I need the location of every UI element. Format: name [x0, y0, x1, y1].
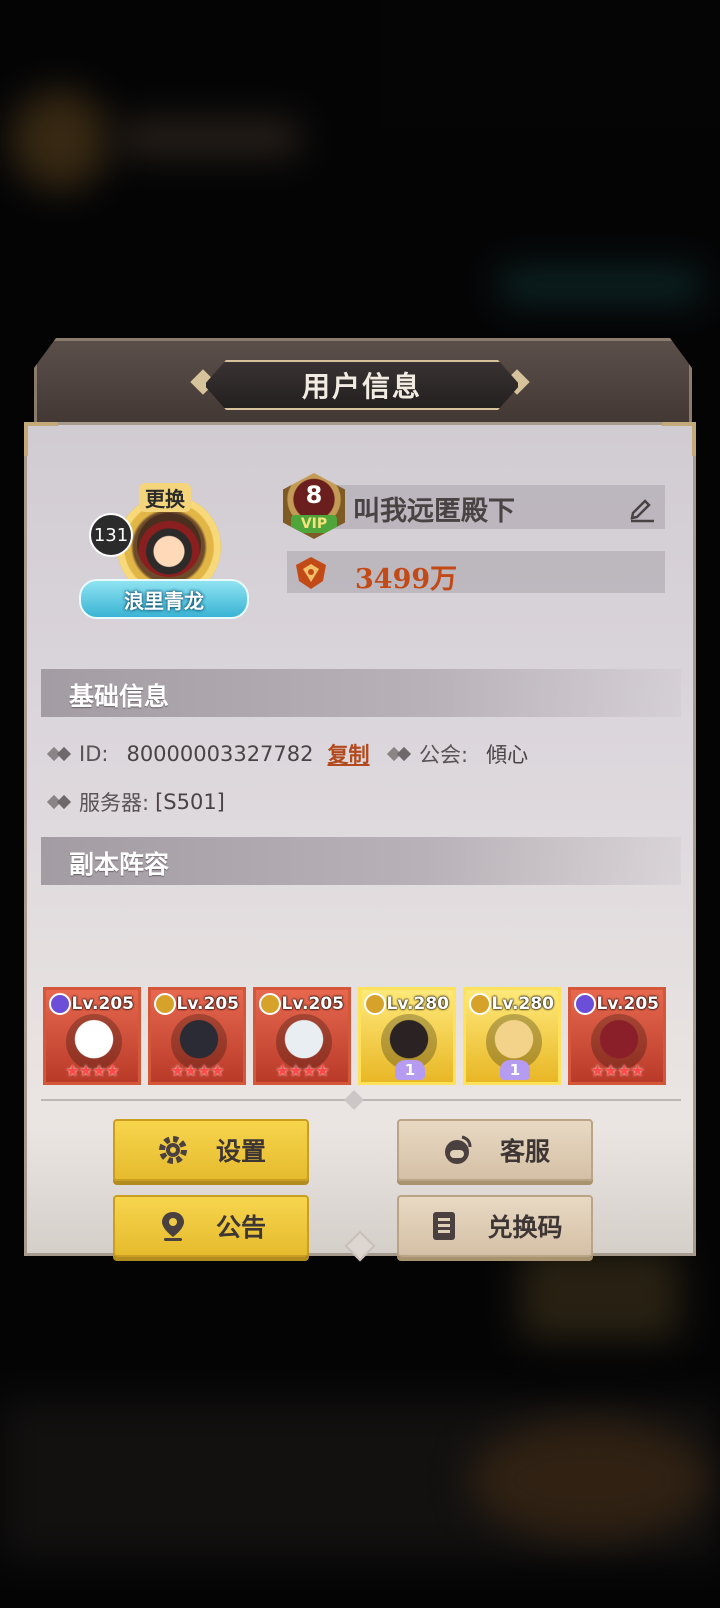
hero-class-icon	[574, 993, 596, 1015]
hero-stars: ★★★★	[65, 1061, 119, 1080]
notice-label: 公告	[215, 1213, 266, 1242]
customer-service-label: 客服	[499, 1137, 550, 1166]
player-title-banner: 浪里青龙	[79, 579, 249, 619]
dialog-title: 用户信息	[301, 370, 422, 403]
notice-button[interactable]: 公告	[113, 1195, 309, 1257]
vip-level: 8	[305, 481, 323, 509]
headset-icon	[444, 1135, 472, 1164]
player-level-badge: 131	[89, 513, 133, 557]
hero-class-icon	[469, 993, 491, 1015]
settings-label: 设置	[215, 1137, 266, 1166]
basic-info-header: 基础信息	[41, 669, 681, 717]
vip-label: VIP	[291, 515, 337, 533]
id-value: 80000003327782	[126, 742, 314, 766]
guild-value: 傾心	[486, 743, 529, 767]
divider-ornament	[344, 1090, 364, 1110]
lineup-title: 副本阵容	[69, 850, 170, 879]
bullet-icon	[49, 791, 71, 813]
hero-class-icon	[259, 993, 281, 1015]
hero-class-icon	[49, 993, 71, 1015]
hero-class-icon	[154, 993, 176, 1015]
basic-info-title: 基础信息	[69, 682, 170, 711]
hero-card[interactable]: Lv.205 ★★★★	[253, 987, 351, 1085]
dialog-panel: 更换 131 浪里青龙 8 VIP 叫我远匿殿下 3499万 基础信息 ID: …	[24, 422, 696, 1262]
guild-row: 公会: 傾心	[389, 739, 528, 769]
hero-level: Lv.205	[176, 994, 239, 1014]
hero-card[interactable]: Lv.205 ★★★★	[148, 987, 246, 1085]
hero-card[interactable]: Lv.280 1	[358, 987, 456, 1085]
bullet-icon	[49, 743, 71, 765]
avatar	[137, 513, 201, 577]
hero-stars: ★★★★	[590, 1061, 644, 1080]
hero-level: Lv.205	[596, 994, 659, 1014]
hero-awaken-badge: 1	[500, 1060, 530, 1080]
id-row: ID: 80000003327782 复制	[49, 739, 370, 769]
redeem-code-label: 兑换码	[487, 1213, 563, 1242]
change-avatar-label[interactable]: 更换	[139, 483, 191, 512]
server-label: 服务器:	[79, 791, 150, 815]
codebook-icon	[433, 1212, 456, 1240]
hero-stars: ★★★★	[275, 1061, 329, 1080]
corner-ornament-left	[24, 422, 58, 456]
gear-icon	[158, 1136, 187, 1164]
server-value: [S501]	[155, 790, 225, 814]
settings-button[interactable]: 设置	[113, 1119, 309, 1181]
hero-card[interactable]: Lv.205 ★★★★	[43, 987, 141, 1085]
hero-level: Lv.205	[281, 994, 344, 1014]
location-icon	[161, 1212, 184, 1241]
power-bar	[287, 551, 665, 593]
player-name: 叫我远匿殿下	[353, 496, 515, 527]
hero-awaken-badge: 1	[395, 1060, 425, 1080]
title-plate: 用户信息	[204, 360, 520, 410]
hero-lineup: Lv.205 ★★★★ Lv.205 ★★★★ Lv.205 ★★★★ Lv.2…	[43, 987, 666, 1085]
copy-id-link[interactable]: 复制	[328, 739, 370, 769]
hero-class-icon	[364, 993, 386, 1015]
vip-badge: 8 VIP	[283, 473, 345, 539]
lineup-header: 副本阵容	[41, 837, 681, 885]
redeem-code-button[interactable]: 兑换码	[397, 1195, 593, 1257]
guild-label: 公会:	[419, 743, 469, 767]
hero-card[interactable]: Lv.280 1	[463, 987, 561, 1085]
edit-icon[interactable]	[627, 493, 657, 523]
bullet-icon	[389, 743, 411, 765]
id-label: ID:	[79, 742, 109, 766]
user-info-dialog: 用户信息 更换 131 浪里青龙 8 VIP 叫我远匿殿下 3499万 基础信息…	[24, 338, 696, 1262]
corner-ornament-right	[662, 422, 696, 456]
hero-level: Lv.205	[71, 994, 134, 1014]
hero-stars: ★★★★	[170, 1061, 224, 1080]
combat-power-value: 3499万	[355, 564, 458, 595]
avatar-frame[interactable]: 更换 131 浪里青龙	[79, 483, 249, 623]
hero-level: Lv.280	[491, 994, 554, 1014]
power-icon	[296, 557, 326, 589]
hero-card[interactable]: Lv.205 ★★★★	[568, 987, 666, 1085]
hero-level: Lv.280	[386, 994, 449, 1014]
server-row: 服务器: [S501]	[49, 787, 225, 817]
customer-service-button[interactable]: 客服	[397, 1119, 593, 1181]
